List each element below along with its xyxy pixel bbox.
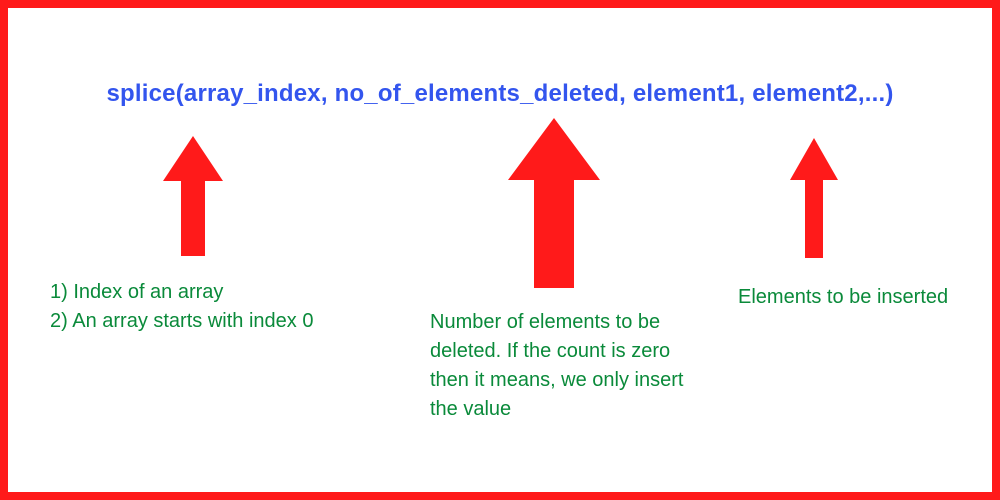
note-array-index: 1) Index of an array 2) An array starts … (50, 278, 380, 336)
note-line: 1) Index of an array (50, 278, 380, 307)
arrow-up-icon (508, 118, 600, 288)
arrow-array-index (163, 136, 223, 256)
arrow-inserted-elements (790, 138, 838, 258)
arrow-delete-count (508, 118, 600, 288)
note-line: 2) An array starts with index 0 (50, 307, 380, 336)
note-delete-count: Number of elements to be deleted. If the… (430, 308, 710, 424)
arrow-up-icon (790, 138, 838, 258)
note-inserted-elements: Elements to be inserted (738, 283, 958, 312)
function-signature: splice(array_index, no_of_elements_delet… (8, 80, 992, 108)
arrow-up-icon (163, 136, 223, 256)
